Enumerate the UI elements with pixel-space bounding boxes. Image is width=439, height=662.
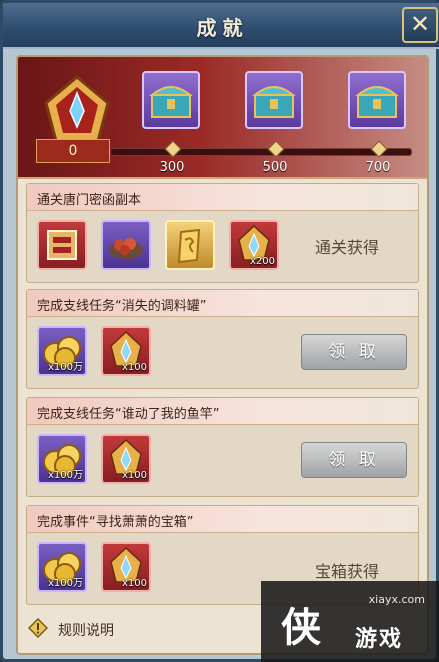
milestone-value-3: 700 bbox=[365, 160, 391, 175]
reward-item[interactable]: x100万 bbox=[37, 326, 87, 376]
milestone-value-2: 500 bbox=[262, 160, 288, 175]
rules-link[interactable]: 规则说明 bbox=[58, 620, 114, 640]
reward-item[interactable] bbox=[101, 220, 151, 270]
reward-item[interactable] bbox=[37, 220, 87, 270]
reward-item[interactable]: x100 bbox=[101, 434, 151, 484]
achievement-row-header: 完成支线任务“谁动了我的鱼竿” bbox=[27, 398, 418, 425]
achievement-emblem-icon bbox=[44, 75, 110, 143]
reward-quantity: x100 bbox=[121, 578, 147, 589]
content-panel: 0 300 500 700 通关唐门密函副本 x200 通关获得 完成支线任务“… bbox=[16, 55, 429, 655]
achievement-title: 完成支线任务“谁动了我的鱼竿” bbox=[37, 407, 220, 422]
reward-quantity: x100万 bbox=[47, 470, 83, 481]
treasure-chest-icon bbox=[149, 86, 193, 118]
progress-track bbox=[110, 148, 412, 156]
progress-header: 0 300 500 700 bbox=[18, 57, 427, 179]
watermark-logo: 侠 bbox=[281, 605, 321, 651]
close-icon: ✕ bbox=[409, 10, 431, 38]
reward-item[interactable] bbox=[165, 220, 215, 270]
reward-item[interactable]: x100万 bbox=[37, 434, 87, 484]
reward-item[interactable]: x100 bbox=[101, 542, 151, 592]
watermark-url: xiayx.com bbox=[368, 593, 425, 606]
reward-quantity: x200 bbox=[249, 256, 275, 267]
achievement-row-header: 完成支线任务“消失的调料罐” bbox=[27, 290, 418, 317]
badge-reward-icon bbox=[47, 230, 77, 260]
watermark-text: 游戏 bbox=[355, 627, 404, 652]
milestone-value-1: 300 bbox=[159, 160, 185, 175]
title-bar: 成就 ✕ bbox=[3, 3, 439, 49]
reward-quantity: x100万 bbox=[47, 362, 83, 373]
reward-item[interactable]: x100 bbox=[101, 326, 151, 376]
treasure-chest-icon bbox=[355, 86, 399, 118]
milestone-chest-2[interactable] bbox=[245, 71, 303, 129]
window-title: 成就 bbox=[196, 16, 249, 40]
reward-quantity: x100万 bbox=[47, 578, 83, 589]
milestone-chest-3[interactable] bbox=[348, 71, 406, 129]
achievement-row-3: 完成支线任务“谁动了我的鱼竿” x100万 x100 领 取 bbox=[26, 397, 419, 497]
reward-quantity: x100 bbox=[121, 470, 147, 481]
achievement-row-1: 通关唐门密函副本 x200 通关获得 bbox=[26, 183, 419, 283]
watermark: xiayx.com 侠 游戏 bbox=[261, 581, 439, 662]
achievement-title: 完成支线任务“消失的调料罐” bbox=[37, 299, 207, 314]
reward-item[interactable]: x200 bbox=[229, 220, 279, 270]
info-diamond-icon bbox=[28, 618, 48, 638]
golden-scroll-icon bbox=[177, 228, 201, 264]
reward-quantity: x100 bbox=[121, 362, 147, 373]
reward-item[interactable]: x100万 bbox=[37, 542, 87, 592]
achievement-title: 完成事件“寻找萧萧的宝箱” bbox=[37, 515, 194, 530]
milestone-chest-1[interactable] bbox=[142, 71, 200, 129]
claim-button[interactable]: 领 取 bbox=[301, 442, 407, 478]
reward-status-text: 宝箱获得 bbox=[315, 562, 380, 581]
achievement-row-header: 完成事件“寻找萧萧的宝箱” bbox=[27, 506, 418, 533]
achievement-score: 0 bbox=[36, 139, 110, 163]
claim-button[interactable]: 领 取 bbox=[301, 334, 407, 370]
achievement-row-2: 完成支线任务“消失的调料罐” x100万 x100 领 取 bbox=[26, 289, 419, 389]
reward-status-text: 通关获得 bbox=[315, 238, 380, 257]
achievement-title: 通关唐门密函副本 bbox=[37, 193, 142, 208]
achievement-window: 成就 ✕ 0 300 500 700 通关唐门密函副本 x200 通关获得 完成… bbox=[0, 0, 439, 662]
achievement-row-header: 通关唐门密函副本 bbox=[27, 184, 418, 211]
food-plate-icon bbox=[109, 238, 143, 259]
treasure-chest-icon bbox=[252, 86, 296, 118]
close-button[interactable]: ✕ bbox=[402, 7, 438, 43]
